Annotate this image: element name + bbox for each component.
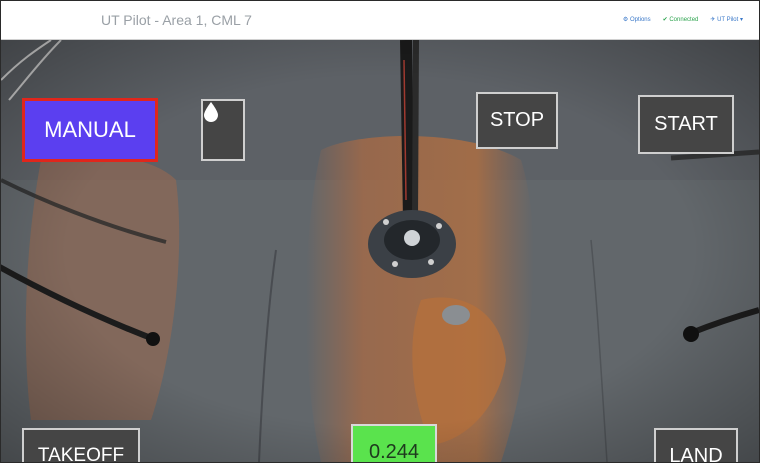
app-window: UT Pilot - Area 1, CML 7 ⚙ Options ✔ Con…: [0, 0, 760, 463]
header-nav: ⚙ Options ✔ Connected ✈ UT Pilot ▾: [623, 16, 743, 23]
droplet-icon: [204, 102, 218, 122]
manual-mode-button[interactable]: MANUAL: [22, 98, 158, 162]
start-button[interactable]: START: [638, 95, 734, 154]
options-label: Options: [629, 17, 651, 23]
camera-feed: MANUAL STOP START TAKEOFF 0.244 LAND: [1, 40, 759, 462]
options-link[interactable]: ⚙ Options: [623, 16, 651, 23]
stop-button[interactable]: STOP: [476, 92, 558, 149]
thickness-reading: 0.244: [351, 424, 437, 462]
header-bar: UT Pilot - Area 1, CML 7 ⚙ Options ✔ Con…: [1, 1, 759, 40]
pilot-label: UT Pilot: [717, 17, 739, 23]
couplant-button[interactable]: [201, 99, 245, 161]
pilot-menu[interactable]: ✈ UT Pilot ▾: [710, 16, 743, 23]
takeoff-button[interactable]: TAKEOFF: [22, 428, 140, 462]
connected-label: Connected: [669, 17, 699, 23]
page-title: UT Pilot - Area 1, CML 7: [101, 12, 252, 28]
land-button[interactable]: LAND: [654, 428, 738, 462]
connection-status: ✔ Connected: [662, 17, 699, 23]
